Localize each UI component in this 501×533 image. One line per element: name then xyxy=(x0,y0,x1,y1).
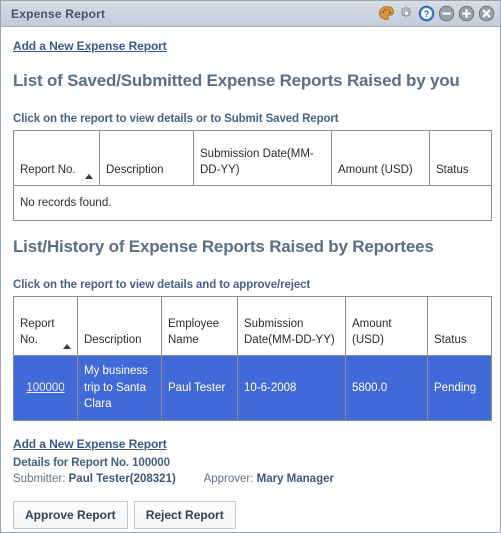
column-header-report-no[interactable]: Report No. xyxy=(13,130,100,186)
column-header-amount[interactable]: Amount (USD) xyxy=(331,130,430,186)
submitter-value: Paul Tester(208321) xyxy=(68,473,176,485)
settings-gear-icon[interactable] xyxy=(398,5,415,22)
cell-report-no: 100000 xyxy=(13,355,78,421)
submitter-approver-row: Submitter: Paul Tester(208321) Approver:… xyxy=(13,473,490,485)
column-header-amount[interactable]: Amount (USD) xyxy=(345,296,428,356)
help-icon[interactable]: ? xyxy=(418,5,435,22)
own-reports-empty-row: No records found. xyxy=(13,185,492,221)
column-header-description[interactable]: Description xyxy=(77,296,162,356)
window-titlebar: Expense Report ? xyxy=(1,1,500,27)
add-new-expense-report-link-bottom[interactable]: Add a New Expense Report xyxy=(13,437,167,451)
column-header-report-no-label: Report No. xyxy=(20,317,55,347)
details-heading: Details for Report No. 100000 xyxy=(13,457,170,469)
sort-ascending-icon xyxy=(63,344,71,349)
column-header-status[interactable]: Status xyxy=(429,130,492,186)
approve-report-button[interactable]: Approve Report xyxy=(13,501,128,530)
reportees-reports-table: Report No. Description Employee Name Sub… xyxy=(13,296,492,421)
column-header-submission-date[interactable]: Submission Date(MM-DD-YY) xyxy=(193,130,332,186)
svg-text:?: ? xyxy=(424,9,430,19)
cell-status: Pending xyxy=(427,355,492,421)
approver-label: Approver: xyxy=(203,473,254,485)
close-icon[interactable] xyxy=(478,5,495,22)
expense-report-window: Expense Report ? Add a New Expense Repor… xyxy=(0,0,501,533)
own-reports-section-title: List of Saved/Submitted Expense Reports … xyxy=(13,71,460,90)
own-reports-hint: Click on the report to view details or t… xyxy=(13,113,339,125)
column-header-submission-date[interactable]: Submission Date(MM-DD-YY) xyxy=(237,296,346,356)
report-no-link[interactable]: 100000 xyxy=(26,382,64,394)
column-header-report-no[interactable]: Report No. xyxy=(13,296,78,356)
own-reports-table: Report No. Description Submission Date(M… xyxy=(13,130,492,221)
column-header-report-no-label: Report No. xyxy=(20,164,76,177)
column-header-status[interactable]: Status xyxy=(427,296,492,356)
column-header-description[interactable]: Description xyxy=(99,130,194,186)
cell-description: My business trip to Santa Clara xyxy=(77,355,162,421)
own-reports-header-row: Report No. Description Submission Date(M… xyxy=(13,130,492,186)
cell-submission-date: 10-6-2008 xyxy=(237,355,346,421)
add-new-expense-report-link-top[interactable]: Add a New Expense Report xyxy=(13,39,167,53)
approver-value: Mary Manager xyxy=(256,473,334,485)
no-records-message: No records found. xyxy=(13,185,492,221)
theme-palette-icon[interactable] xyxy=(378,5,395,22)
cell-employee-name: Paul Tester xyxy=(161,355,238,421)
reportees-hint: Click on the report to view details and … xyxy=(13,279,311,291)
report-details-block: Add a New Expense Report Details for Rep… xyxy=(13,435,490,485)
minimize-icon[interactable] xyxy=(438,5,455,22)
table-row[interactable]: 100000 My business trip to Santa Clara P… xyxy=(13,355,492,421)
action-button-group: Approve Report Reject Report xyxy=(13,501,490,530)
submitter-label: Submitter: xyxy=(13,473,66,485)
reject-report-button[interactable]: Reject Report xyxy=(133,501,236,530)
sort-ascending-icon xyxy=(85,174,93,179)
titlebar-icon-group: ? xyxy=(378,5,495,22)
reportees-section-title: List/History of Expense Reports Raised b… xyxy=(13,237,434,256)
reportees-header-row: Report No. Description Employee Name Sub… xyxy=(13,296,492,356)
page-content: Add a New Expense Report List of Saved/S… xyxy=(1,27,500,532)
maximize-icon[interactable] xyxy=(458,5,475,22)
cell-amount: 5800.0 xyxy=(345,355,428,421)
window-title: Expense Report xyxy=(11,6,106,21)
column-header-employee-name[interactable]: Employee Name xyxy=(161,296,238,356)
